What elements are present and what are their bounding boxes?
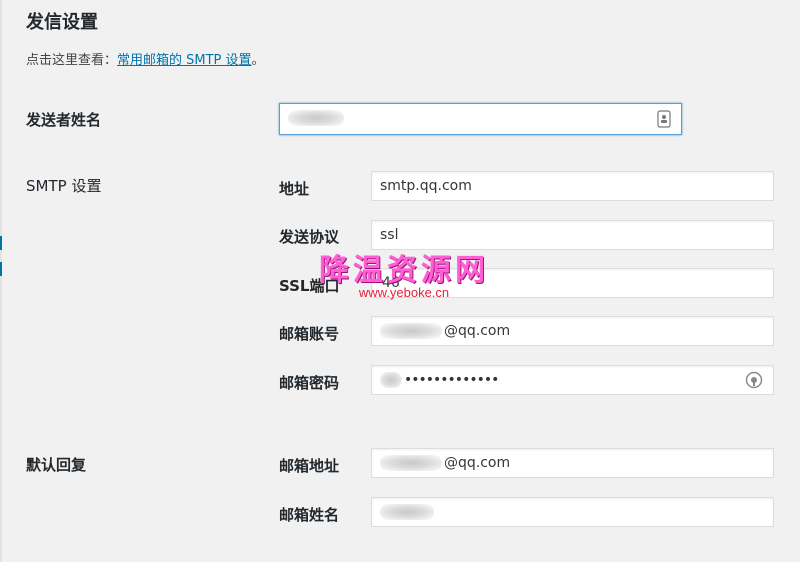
smtp-port-value: 46 bbox=[382, 275, 400, 291]
reply-name-label: 邮箱姓名 bbox=[279, 506, 340, 524]
page-title: 发信设置 bbox=[26, 12, 98, 33]
admin-edge-marker bbox=[0, 236, 2, 250]
admin-edge-marker bbox=[0, 262, 2, 276]
smtp-password-input[interactable]: ••••••••••••• bbox=[371, 365, 774, 395]
smtp-address-value: smtp.qq.com bbox=[380, 178, 472, 194]
smtp-address-input[interactable]: smtp.qq.com bbox=[371, 171, 774, 201]
smtp-account-input[interactable]: @qq.com bbox=[371, 316, 774, 346]
smtp-account-label: 邮箱账号 bbox=[279, 325, 340, 343]
smtp-settings-link[interactable]: 常用邮箱的 SMTP 设置 bbox=[117, 53, 252, 68]
smtp-account-value: @qq.com bbox=[444, 323, 511, 339]
reply-name-input[interactable] bbox=[371, 497, 774, 527]
smtp-protocol-input[interactable]: ssl bbox=[371, 220, 774, 250]
reply-email-label: 邮箱地址 bbox=[279, 457, 340, 475]
reply-email-value: @qq.com bbox=[444, 455, 511, 471]
smtp-port-label: SSL端口 bbox=[279, 277, 340, 295]
redacted-value bbox=[288, 110, 344, 126]
smtp-password-value: ••••••••••••• bbox=[404, 372, 499, 388]
smtp-password-label: 邮箱密码 bbox=[279, 374, 340, 392]
intro-prefix: 点击这里查看： bbox=[26, 53, 118, 68]
redacted-value bbox=[380, 372, 402, 388]
smtp-protocol-label: 发送协议 bbox=[279, 228, 340, 246]
intro-text: 点击这里查看：常用邮箱的 SMTP 设置。 bbox=[26, 49, 265, 68]
admin-edge bbox=[0, 0, 2, 562]
sender-name-label: 发送者姓名 bbox=[26, 111, 102, 129]
smtp-port-input[interactable]: 46 bbox=[371, 268, 774, 298]
reply-section-label: 默认回复 bbox=[26, 456, 87, 474]
password-eye-icon[interactable] bbox=[745, 371, 763, 394]
redacted-value bbox=[380, 504, 434, 520]
smtp-address-label: 地址 bbox=[279, 180, 310, 198]
smtp-protocol-value: ssl bbox=[380, 227, 399, 243]
reply-email-input[interactable]: @qq.com bbox=[371, 448, 774, 478]
redacted-value bbox=[380, 455, 442, 471]
contact-card-icon[interactable] bbox=[657, 110, 671, 134]
redacted-value bbox=[380, 323, 442, 339]
smtp-section-label: SMTP 设置 bbox=[26, 177, 102, 195]
intro-suffix: 。 bbox=[251, 53, 265, 68]
sender-name-input[interactable] bbox=[279, 103, 682, 135]
